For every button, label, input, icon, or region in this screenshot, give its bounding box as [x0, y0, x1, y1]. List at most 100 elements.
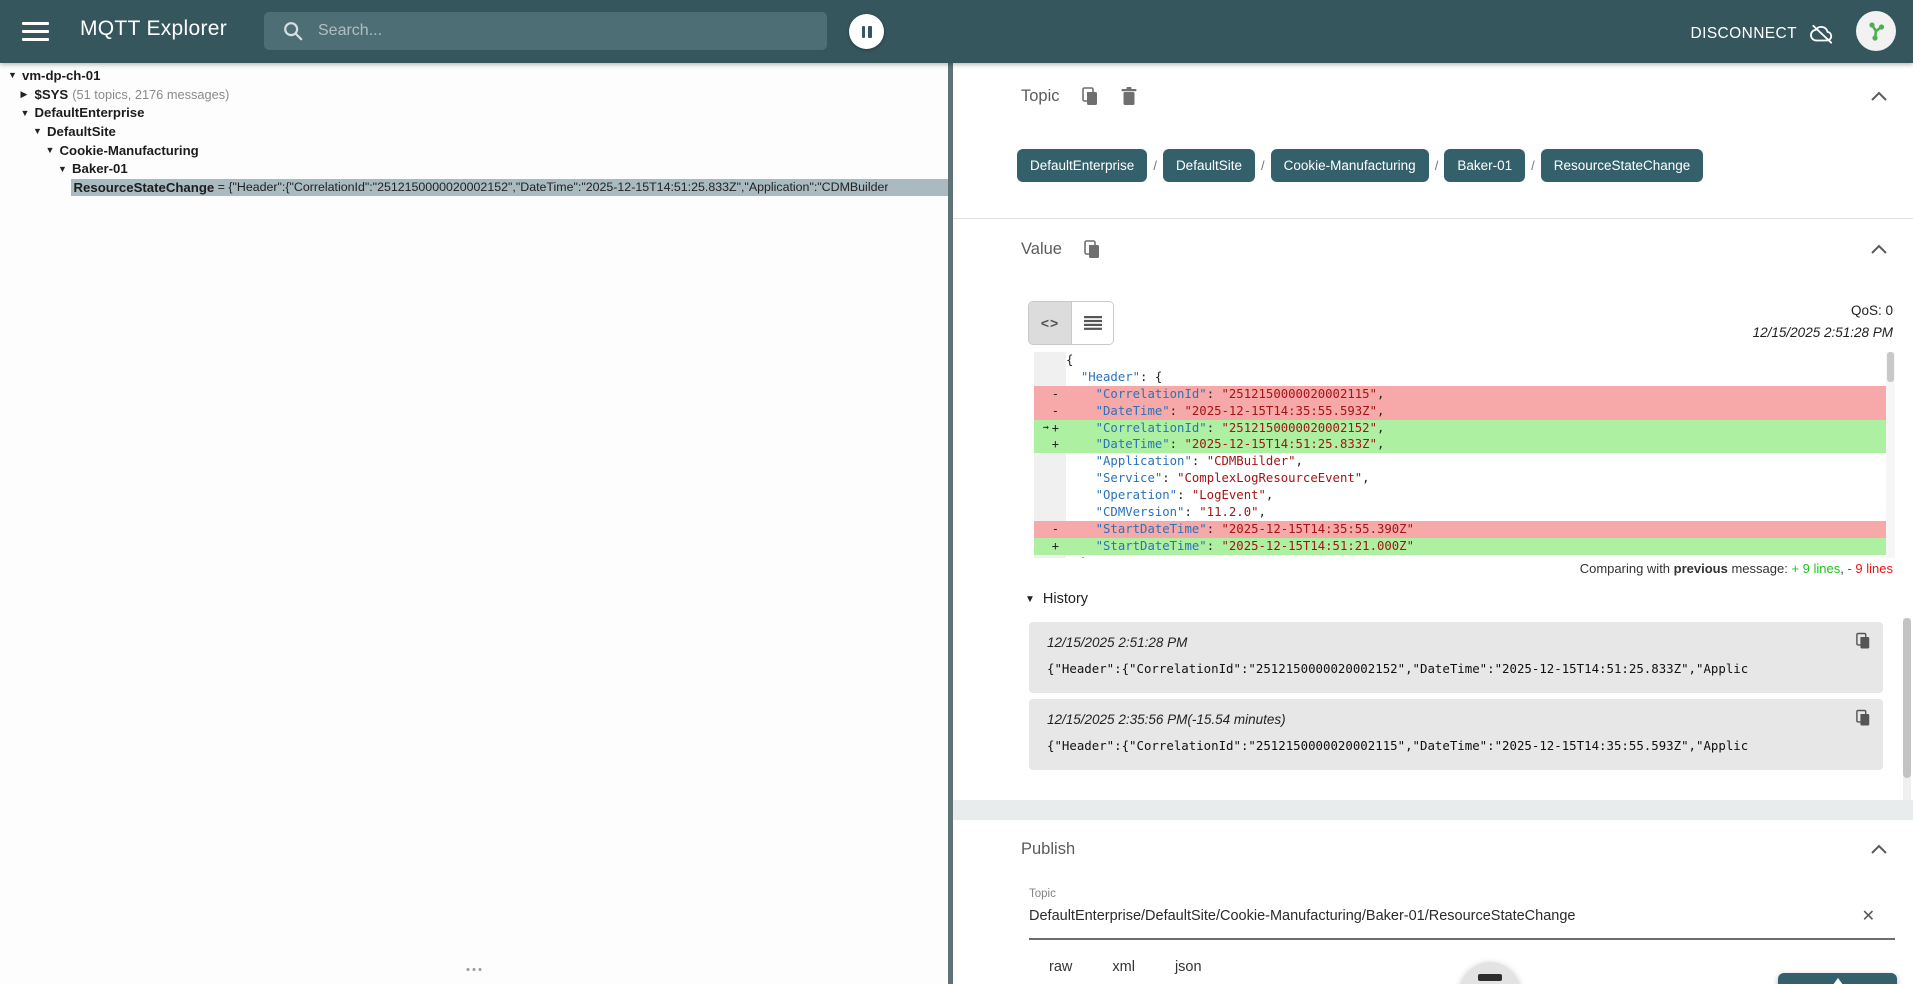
tree-item[interactable]: ▼ Cookie-Manufacturing: [0, 141, 948, 160]
resize-handle-icon[interactable]: [466, 968, 482, 971]
json-key: "DateTime": [1095, 437, 1170, 452]
json-punct: ,: [1362, 471, 1370, 486]
search-box[interactable]: [264, 12, 827, 50]
json-punct: ,: [1258, 505, 1266, 520]
tree-item-content: ResourceStateChange = {"Header":{"Correl…: [70, 178, 948, 196]
json-key: "Service": [1095, 471, 1163, 486]
diff-viewer[interactable]: { "Header": {- "CorrelationId": "2512150…: [1034, 352, 1895, 558]
history-entry[interactable]: 12/15/2025 2:51:28 PM {"Header":{"Correla…: [1029, 622, 1883, 693]
collapsed-arrow-icon[interactable]: ▶: [21, 89, 35, 100]
json-value: "ComplexLogResourceEvent": [1177, 471, 1363, 486]
copy-icon[interactable]: [1856, 632, 1871, 650]
expanded-arrow-icon[interactable]: ▼: [21, 108, 35, 118]
json-value: "2025-12-15T14:35:55.593Z": [1184, 403, 1377, 418]
copy-icon[interactable]: [1081, 87, 1099, 106]
pause-button[interactable]: [849, 14, 884, 49]
expanded-arrow-icon[interactable]: ▼: [33, 126, 47, 136]
copy-icon[interactable]: [1084, 240, 1101, 259]
cloud-off-icon: [1810, 24, 1833, 44]
json-punct: [1066, 522, 1096, 536]
chip-separator: /: [1153, 158, 1157, 173]
diff-gutter: +: [1034, 436, 1066, 454]
diff-gutter: [1034, 487, 1066, 505]
topic-chip[interactable]: DefaultSite: [1162, 149, 1255, 182]
fab-button[interactable]: [1461, 962, 1519, 984]
json-punct: :: [1206, 538, 1222, 553]
publish-topic-label: Topic: [1029, 888, 1056, 900]
tree-item[interactable]: ▼ Baker-01: [0, 159, 948, 178]
topic-breadcrumb: DefaultEnterprise / DefaultSite / Cookie-Man…: [1017, 149, 1704, 182]
diff-line: + "StartDateTime": "2025-12-15T14:51:21.…: [1034, 537, 1895, 555]
search-input[interactable]: [318, 22, 827, 40]
json-punct: [1066, 488, 1096, 502]
json-punct: :: [1191, 454, 1207, 469]
json-key: "DateTime": [1095, 403, 1170, 418]
diff-gutter: [1034, 352, 1066, 369]
diff-view-toggle[interactable]: <>: [1029, 302, 1071, 344]
json-value: "LogEvent": [1191, 488, 1266, 503]
diff-gutter: ⇝ +: [1034, 419, 1066, 437]
avatar[interactable]: [1856, 11, 1896, 51]
tree-item[interactable]: ▼ DefaultSite: [0, 122, 948, 141]
tree-item[interactable]: ▼ vm-dp-ch-01: [0, 66, 948, 85]
copy-icon[interactable]: [1856, 709, 1871, 727]
compare-note: Comparing with previous message: + 9 lin…: [1579, 561, 1893, 576]
diff-line: + "DateTime": "2025-12-15T14:51:25.833Z"…: [1034, 436, 1895, 454]
json-punct: }: [1066, 556, 1088, 558]
menu-icon[interactable]: [22, 22, 49, 41]
format-tab-raw[interactable]: raw: [1047, 953, 1074, 981]
topic-chip[interactable]: Baker-01: [1444, 149, 1526, 182]
tree-item-content: vm-dp-ch-01: [22, 68, 100, 83]
tree-item[interactable]: ResourceStateChange = {"Header":{"Correl…: [0, 178, 948, 197]
json-value: "2025-12-15T14:35:55.390Z": [1221, 521, 1415, 536]
json-key: "Operation": [1095, 488, 1178, 503]
raw-view-toggle[interactable]: [1071, 302, 1113, 344]
topic-chip[interactable]: ResourceStateChange: [1540, 149, 1704, 182]
json-punct: :: [1140, 369, 1155, 384]
diff-gutter: -: [1034, 520, 1066, 538]
history-scrollbar[interactable]: [1903, 618, 1911, 800]
tree-item[interactable]: ▼ DefaultEnterprise: [0, 103, 948, 122]
delete-icon[interactable]: [1121, 87, 1137, 106]
diff-line: "CDMVersion": "11.2.0",: [1034, 504, 1895, 521]
tree-item[interactable]: ▶ $SYS (51 topics, 2176 messages): [0, 85, 948, 104]
collapse-value-icon[interactable]: [1871, 244, 1887, 254]
diff-code-text: "StartDateTime": "2025-12-15T14:35:55.39…: [1066, 520, 1895, 538]
tree-item-label: vm-dp-ch-01: [22, 67, 101, 83]
collapse-topic-icon[interactable]: [1871, 91, 1887, 101]
tree-item-label: DefaultSite: [47, 123, 116, 139]
topic-chip[interactable]: Cookie-Manufacturing: [1270, 149, 1429, 182]
value-section-header: Value: [1021, 240, 1101, 259]
topic-section-header: Topic: [1021, 87, 1137, 106]
json-punct: :: [1162, 471, 1178, 486]
json-punct: ,: [1376, 437, 1385, 452]
diff-line: "Service": "ComplexLogResourceEvent",: [1034, 470, 1895, 488]
clear-topic-icon[interactable]: ✕: [1862, 906, 1875, 926]
expanded-arrow-icon[interactable]: ▼: [8, 70, 22, 80]
topic-chip[interactable]: DefaultEnterprise: [1017, 149, 1148, 182]
search-icon: [284, 22, 303, 41]
diff-line: "Application": "CDMBuilder",: [1034, 453, 1895, 471]
history-entry[interactable]: 12/15/2025 2:35:56 PM(-15.54 minutes) {"H…: [1029, 699, 1883, 770]
history-section-header[interactable]: ▼ History: [1025, 591, 1088, 607]
added-marker: +: [1051, 538, 1059, 553]
publish-topic-input[interactable]: [1029, 908, 1913, 924]
diff-scrollbar[interactable]: [1886, 352, 1895, 558]
value-timestamp: 12/15/2025 2:51:28 PM: [1752, 325, 1893, 340]
history-payload: {"Header":{"CorrelationId":"251215000002…: [1047, 738, 1749, 753]
tree-item-content: DefaultSite: [47, 124, 116, 139]
format-tab-xml[interactable]: xml: [1110, 953, 1137, 981]
collapse-publish-icon[interactable]: [1871, 844, 1887, 854]
history-header-label: History: [1042, 591, 1089, 607]
expanded-arrow-icon[interactable]: ▼: [46, 145, 60, 155]
list-icon: [1083, 316, 1102, 330]
network-icon: [1869, 22, 1885, 41]
json-value: "2025-12-15T14:51:25.833Z": [1184, 437, 1377, 452]
format-tab-json[interactable]: json: [1173, 953, 1204, 981]
publish-button[interactable]: [1778, 973, 1897, 984]
expanded-arrow-icon[interactable]: ▼: [58, 164, 72, 174]
history-timestamp: 12/15/2025 2:51:28 PM: [1047, 635, 1188, 650]
disconnect-button[interactable]: DISCONNECT: [1691, 21, 1835, 47]
json-punct: :: [1184, 505, 1200, 520]
publish-card: Publish Topic ✕ raw xml json: [953, 820, 1913, 984]
